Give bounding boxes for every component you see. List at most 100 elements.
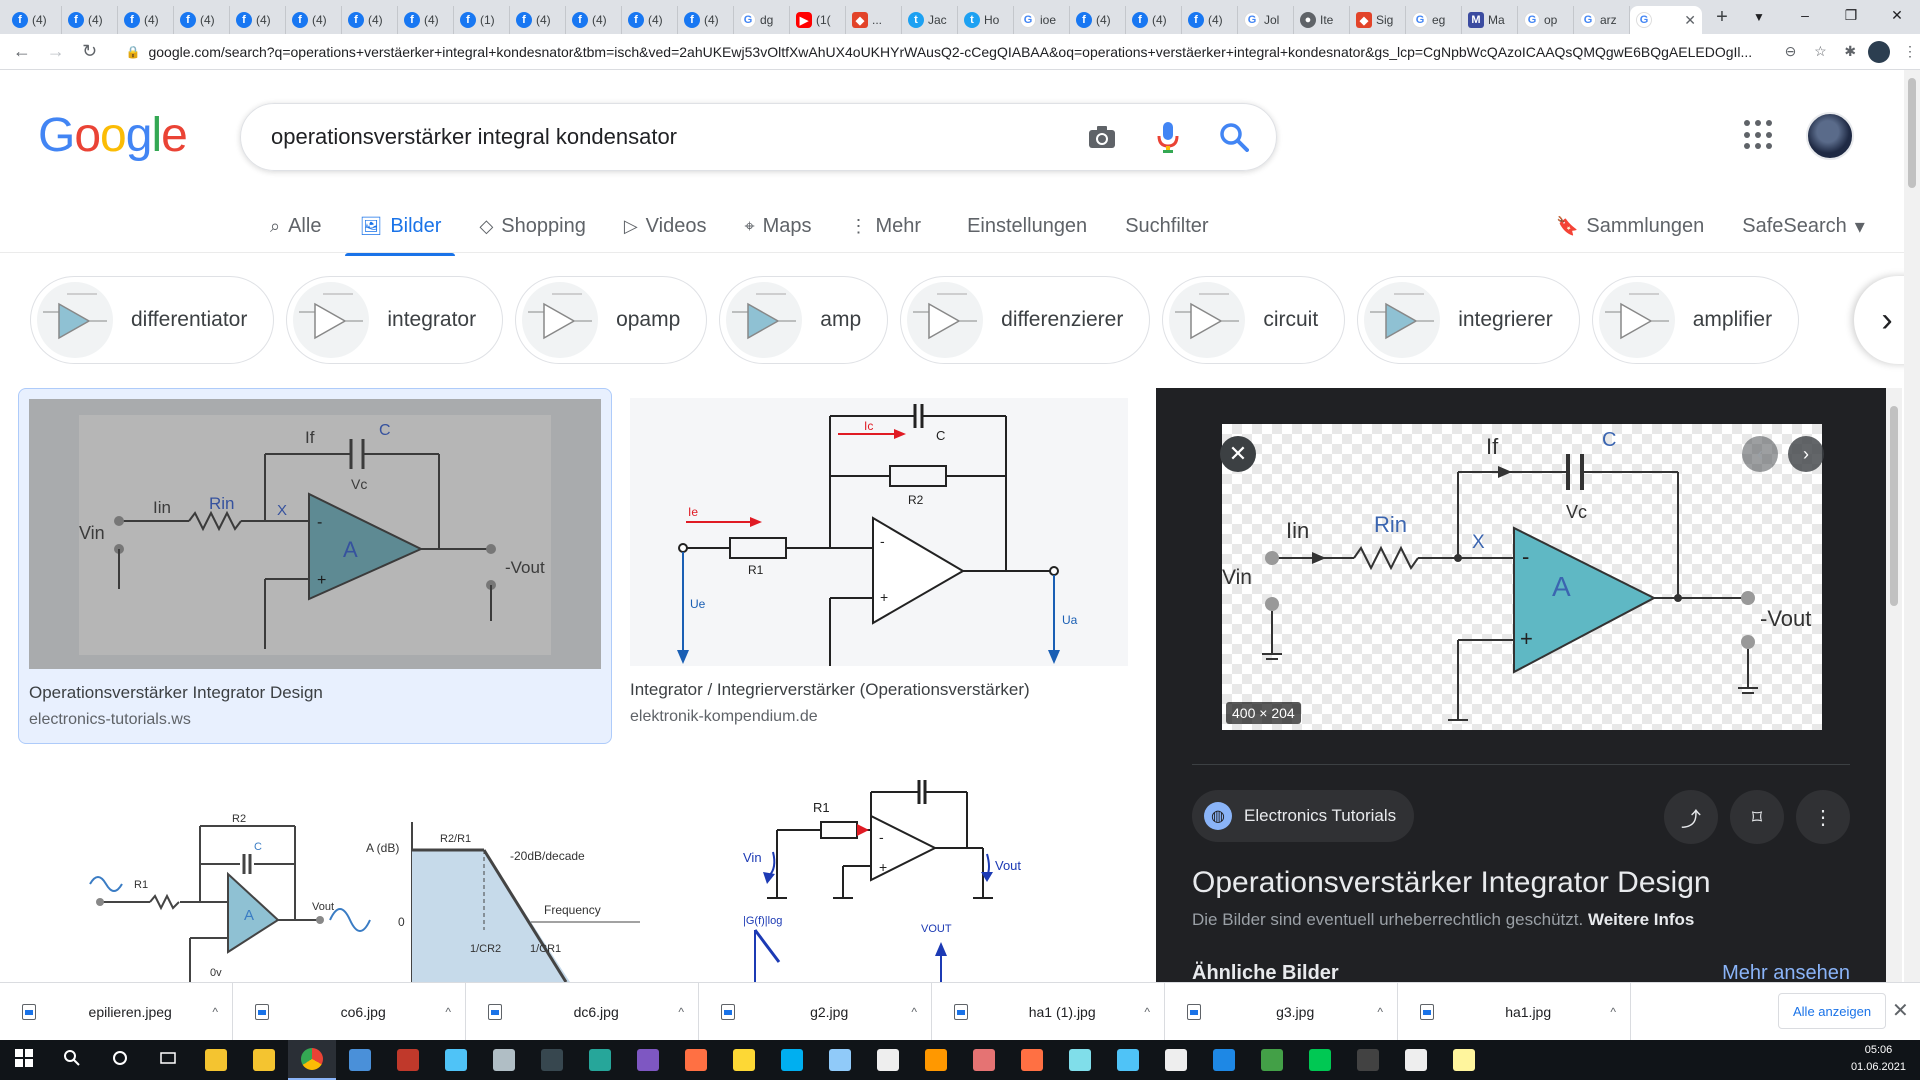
chevron-right-icon[interactable]: › <box>1788 436 1824 472</box>
browser-tab[interactable]: f (4) <box>62 6 118 34</box>
source-link[interactable]: ◍ Electronics Tutorials <box>1192 790 1415 842</box>
caret-up-icon[interactable]: ^ <box>212 1005 218 1019</box>
result-site[interactable]: elektronik-kompendium.de <box>630 708 1128 726</box>
browser-tab[interactable]: f (4) <box>1070 6 1126 34</box>
taskbar-item[interactable] <box>240 1040 288 1080</box>
related-chip-opamp[interactable]: opamp <box>515 276 708 364</box>
browser-tab[interactable]: f (4) <box>118 6 174 34</box>
forward-button[interactable]: → <box>42 38 70 66</box>
browser-tab[interactable]: Gdg <box>734 6 790 34</box>
browser-tab[interactable]: f (4) <box>566 6 622 34</box>
related-chip-circuit[interactable]: circuit <box>1162 276 1346 364</box>
taskbar-item[interactable] <box>912 1040 960 1080</box>
taskbar-item[interactable] <box>864 1040 912 1080</box>
page-scrollbar[interactable] <box>1904 70 1920 982</box>
result-thumbnail[interactable]: Ic C R2 Ie R1 Ue Ua - + <box>630 398 1128 666</box>
search-input[interactable]: operationsverstärker integral kondensato… <box>271 124 677 150</box>
more-info-link[interactable]: Weitere Infos <box>1588 910 1694 929</box>
preview-image[interactable]: If C Iin Rin X Vin Vc A - + -Vout <box>1222 424 1822 730</box>
bookmark-star-icon[interactable]: ☆ <box>1810 42 1830 62</box>
download-item[interactable]: ha1.jpg ^ <box>1398 982 1631 1041</box>
taskbar-item[interactable] <box>720 1040 768 1080</box>
taskbar-item[interactable] <box>1296 1040 1344 1080</box>
browser-tab[interactable]: f (4) <box>1182 6 1238 34</box>
tab-search-icon[interactable]: ▼ <box>1748 6 1770 28</box>
panel-scrollbar[interactable] <box>1886 388 1902 982</box>
tab-settings[interactable]: Einstellungen <box>967 204 1087 248</box>
result-site[interactable]: electronics-tutorials.ws <box>29 711 601 729</box>
browser-tab[interactable]: Gop <box>1518 6 1574 34</box>
taskbar-item[interactable] <box>480 1040 528 1080</box>
tab-videos[interactable]: ▷ Videos <box>624 204 707 248</box>
search-icon[interactable] <box>1218 121 1250 153</box>
download-item[interactable]: ha1 (1).jpg ^ <box>932 982 1165 1041</box>
taskbar-item[interactable] <box>384 1040 432 1080</box>
browser-tab[interactable]: ● Ite <box>1294 6 1350 34</box>
related-chip-integrator[interactable]: integrator <box>286 276 504 364</box>
search-box[interactable]: operationsverstärker integral kondensato… <box>240 103 1277 171</box>
browser-tab[interactable]: f (4) <box>230 6 286 34</box>
download-item[interactable]: co6.jpg ^ <box>233 982 466 1041</box>
image-result[interactable]: Ic C R2 Ie R1 Ue Ua - + Integrator / Int… <box>630 398 1128 744</box>
browser-tab[interactable]: Gioe <box>1014 6 1070 34</box>
maximize-button[interactable]: ❐ <box>1828 0 1874 30</box>
tab-images[interactable]: 🖼 Bilder <box>345 204 456 256</box>
taskbar-item[interactable] <box>1104 1040 1152 1080</box>
camera-icon[interactable] <box>1086 121 1118 153</box>
taskbar-item[interactable] <box>1392 1040 1440 1080</box>
taskbar-item[interactable] <box>1344 1040 1392 1080</box>
taskbar-item[interactable] <box>288 1040 336 1080</box>
browser-tab[interactable]: Geg <box>1406 6 1462 34</box>
bookmark-icon[interactable]: ⌑ <box>1730 790 1784 844</box>
browser-tab[interactable]: f (1) <box>454 6 510 34</box>
taskbar-item[interactable] <box>960 1040 1008 1080</box>
close-icon[interactable]: ✕ <box>1220 436 1256 472</box>
back-button[interactable]: ← <box>8 38 36 66</box>
browser-tab[interactable]: ▶ (1( <box>790 6 846 34</box>
image-result[interactable]: R1 Vin Vout - + |G(f)|log VOUT <box>683 762 1127 982</box>
tab-maps[interactable]: ⌖ Maps <box>744 204 811 248</box>
taskbar-item[interactable] <box>1248 1040 1296 1080</box>
taskbar-item[interactable] <box>0 1040 48 1080</box>
show-all-downloads-button[interactable]: Alle anzeigen <box>1778 993 1887 1029</box>
taskbar-item[interactable] <box>768 1040 816 1080</box>
tab-all[interactable]: ⌕ Alle <box>270 204 321 248</box>
taskbar-item[interactable] <box>1008 1040 1056 1080</box>
reload-button[interactable]: ↻ <box>76 38 104 66</box>
taskbar-item[interactable] <box>528 1040 576 1080</box>
browser-tab[interactable]: f (4) <box>678 6 734 34</box>
related-chip-integrierer[interactable]: integrierer <box>1357 276 1580 364</box>
see-more-link[interactable]: Mehr ansehen <box>1722 962 1850 982</box>
image-result-selected[interactable]: If C Iin Rin X Vin Vc A - + -Vout Operat… <box>18 388 612 744</box>
profile-avatar-small[interactable] <box>1868 40 1891 63</box>
download-item[interactable]: epilieren.jpeg ^ <box>0 982 233 1041</box>
chevron-left-icon[interactable]: ‹ <box>1742 436 1778 472</box>
browser-tab[interactable]: t Ho <box>958 6 1014 34</box>
share-icon[interactable]: ⤴ <box>1664 790 1718 844</box>
taskbar-item[interactable] <box>1440 1040 1488 1080</box>
apps-grid-icon[interactable] <box>1744 120 1774 150</box>
panel-scroll-thumb[interactable] <box>1890 406 1898 606</box>
browser-tab[interactable]: f (4) <box>1126 6 1182 34</box>
caret-up-icon[interactable]: ^ <box>1377 1005 1383 1019</box>
account-avatar[interactable] <box>1806 112 1854 160</box>
zoom-icon[interactable]: ⊖ <box>1781 42 1801 62</box>
browser-tab[interactable]: f (4) <box>342 6 398 34</box>
taskbar-item[interactable] <box>1200 1040 1248 1080</box>
browser-tab[interactable]: f (4) <box>286 6 342 34</box>
safesearch-dropdown[interactable]: SafeSearch ▾ <box>1742 204 1865 248</box>
taskbar-item[interactable] <box>48 1040 96 1080</box>
browser-tab[interactable]: Garz <box>1574 6 1630 34</box>
taskbar-item[interactable] <box>1152 1040 1200 1080</box>
caret-up-icon[interactable]: ^ <box>911 1005 917 1019</box>
caret-up-icon[interactable]: ^ <box>445 1005 451 1019</box>
caret-up-icon[interactable]: ^ <box>678 1005 684 1019</box>
google-logo[interactable]: Google <box>38 108 188 163</box>
taskbar-item[interactable] <box>624 1040 672 1080</box>
browser-tab[interactable]: M Ma <box>1462 6 1518 34</box>
result-title[interactable]: Integrator / Integrierverstärker (Operat… <box>630 680 1128 700</box>
result-title[interactable]: Operationsverstärker Integrator Design <box>29 683 601 703</box>
tab-shopping[interactable]: ◇ Shopping <box>479 204 585 248</box>
download-item[interactable]: g2.jpg ^ <box>699 982 932 1041</box>
download-item[interactable]: g3.jpg ^ <box>1165 982 1398 1041</box>
